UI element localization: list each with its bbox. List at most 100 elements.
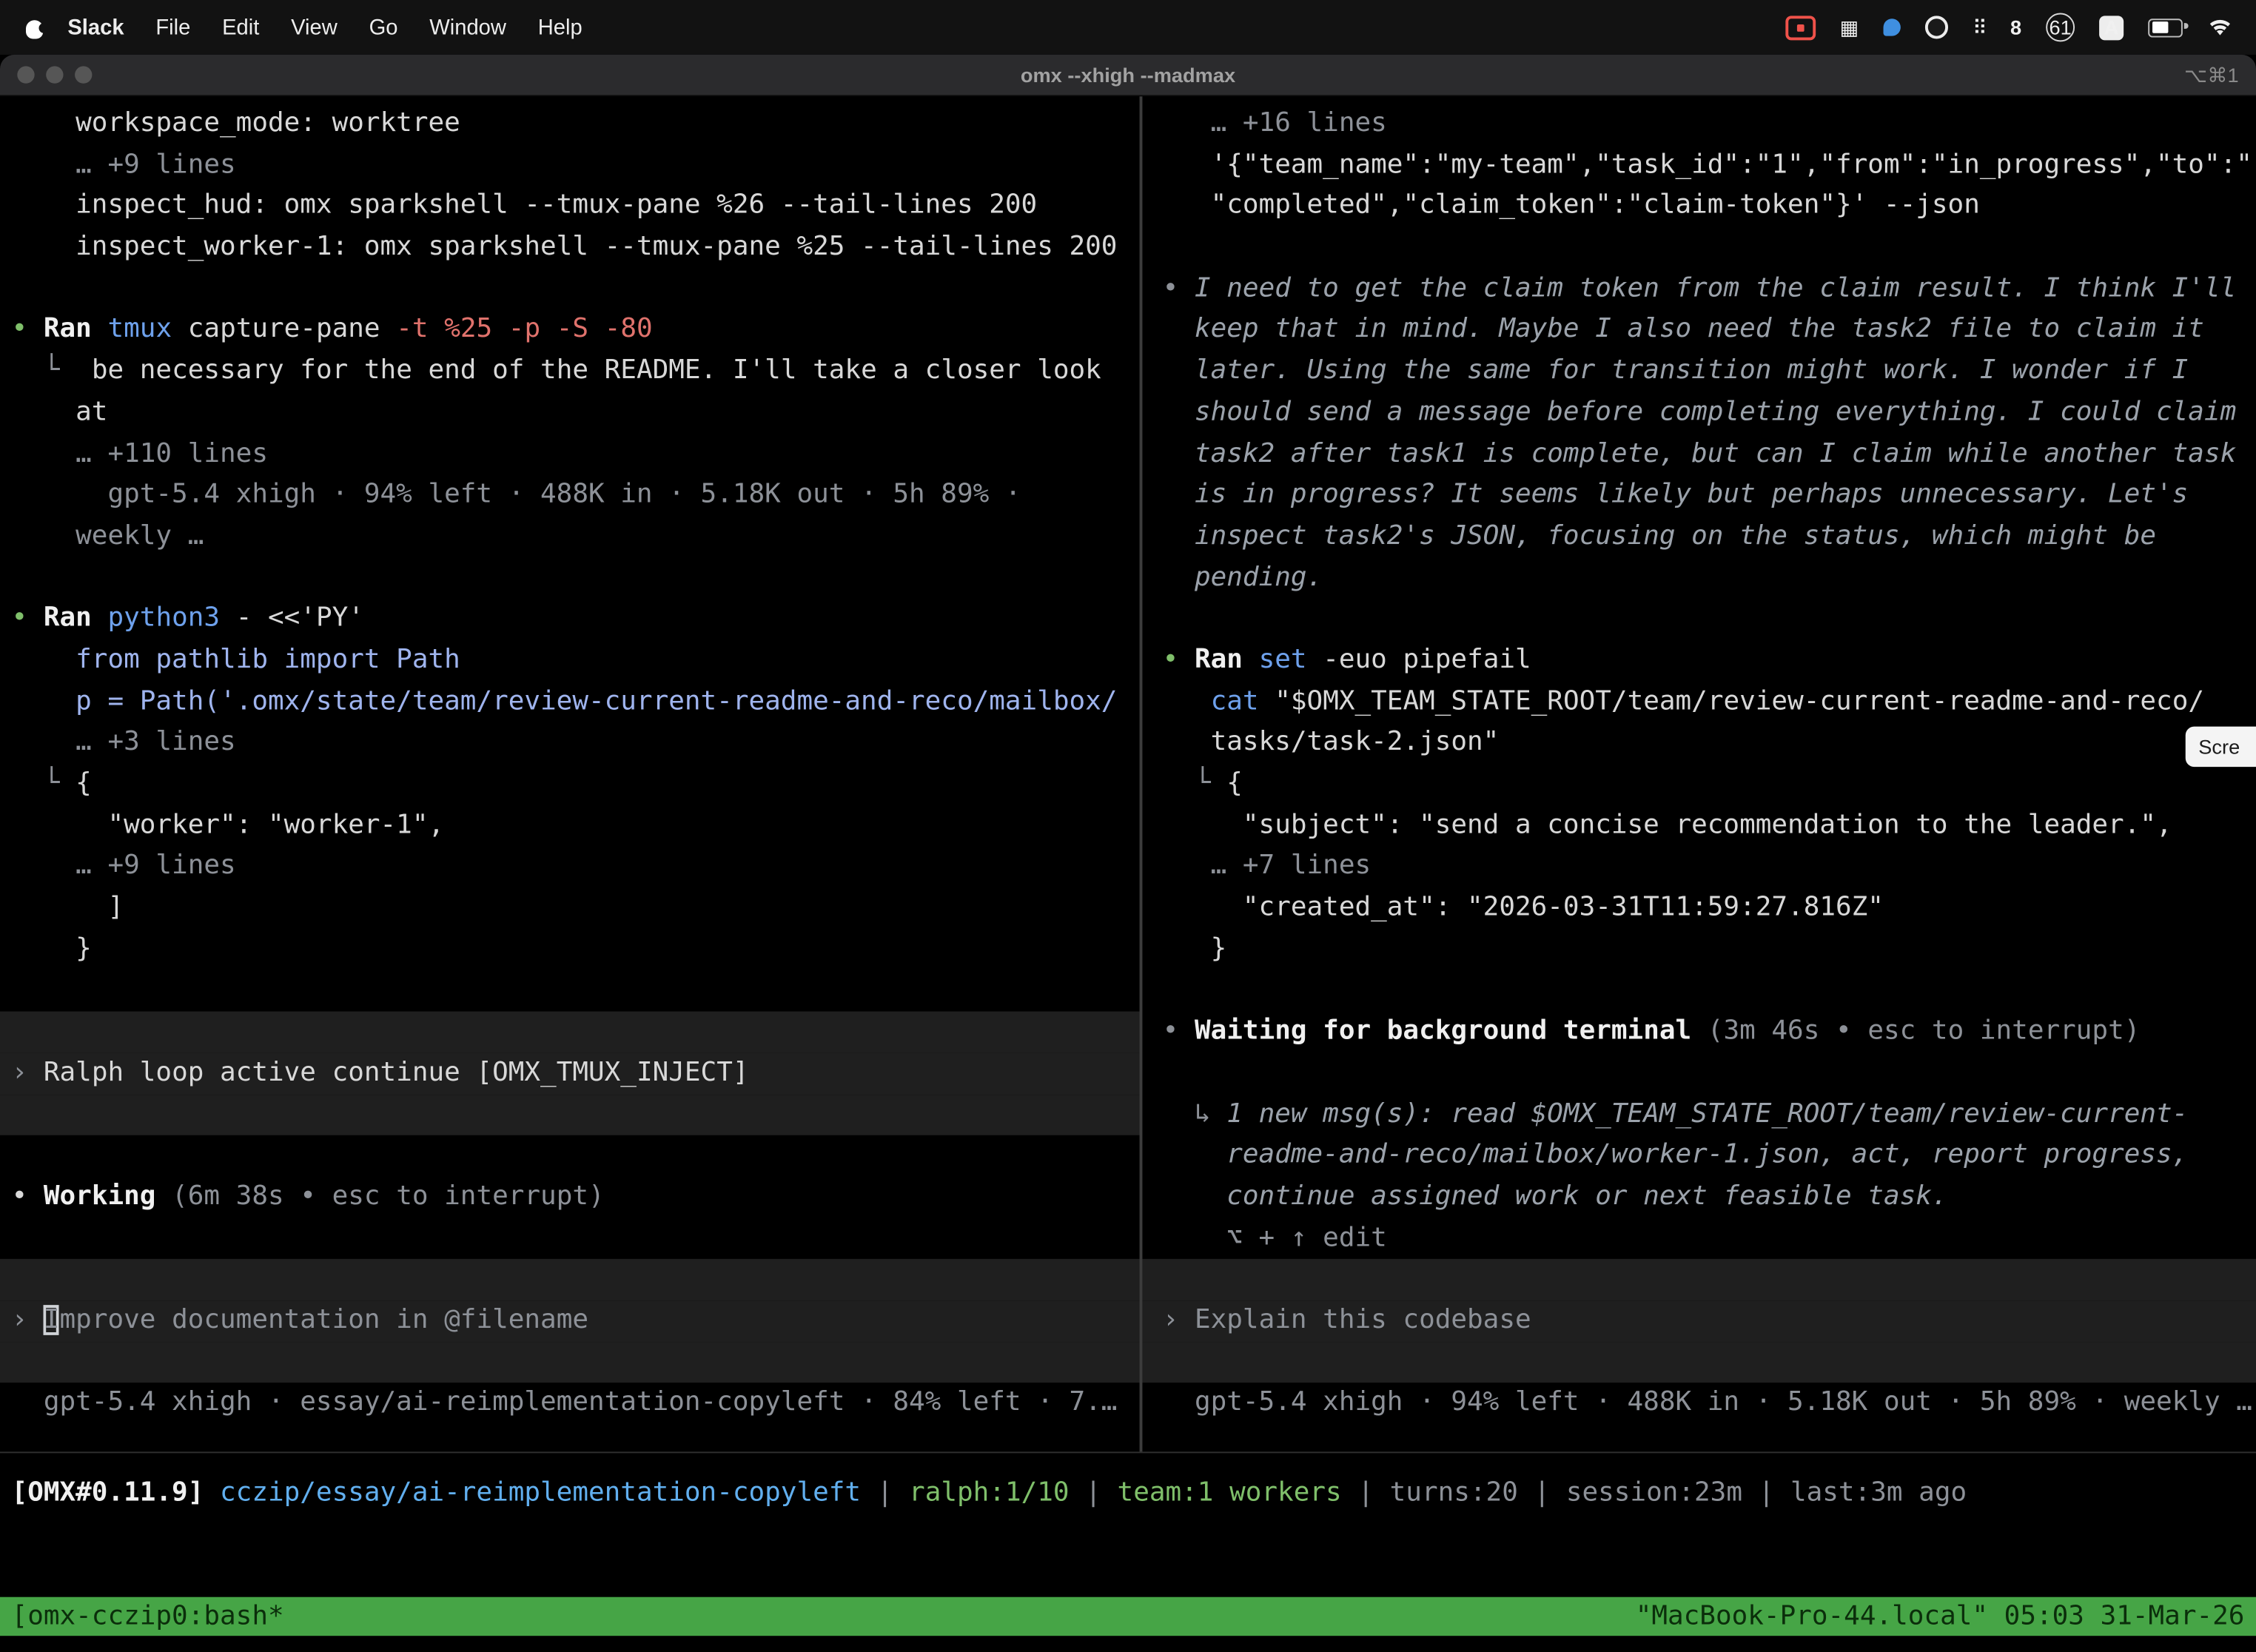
terminal-line: • Ran set -euo pipefail: [1142, 640, 2256, 682]
grid-icon[interactable]: ▦: [1840, 15, 1859, 39]
menu-go[interactable]: Go: [353, 15, 414, 39]
drop-icon[interactable]: [1883, 19, 1900, 36]
apple-menu-icon[interactable]: [23, 14, 46, 40]
terminal-line: at: [0, 392, 1140, 434]
terminal-line: └ be necessary for the end of the README…: [0, 352, 1140, 393]
terminal-line[interactable]: [0, 1094, 1140, 1135]
omx-session-status: [OMX#0.11.9] cczip/essay/ai-reimplementa…: [0, 1453, 2256, 1514]
terminal-line: … +9 lines: [0, 847, 1140, 888]
terminal-line: [0, 1135, 1140, 1177]
tmux-status-bar: [omx-cczip0:bash* "MacBook-Pro-44.local"…: [0, 1597, 2256, 1636]
screen-recording-indicator-icon[interactable]: [1785, 15, 1816, 39]
menu-edit[interactable]: Edit: [207, 15, 275, 39]
battery-percent-badge[interactable]: 61: [2046, 13, 2075, 41]
battery-icon[interactable]: [2148, 18, 2183, 36]
screen-overlay-tooltip: Scre: [2186, 727, 2256, 767]
terminal-line: [1142, 599, 2256, 640]
dots-grid-icon[interactable]: ⠿: [1973, 15, 1986, 39]
terminal-line: }: [1142, 929, 2256, 970]
terminal-line: tasks/task-2.json": [1142, 722, 2256, 764]
menu-bar-status-icons: ▦ ⠿ 8 61 A: [1785, 13, 2233, 41]
right-terminal-pane[interactable]: … +16 lines '{"team_name":"my-team","tas…: [1142, 96, 2256, 1451]
terminal-line[interactable]: › Ralph loop active continue [OMX_TMUX_I…: [0, 1053, 1140, 1095]
terminal-line: weekly …: [0, 517, 1140, 558]
tmux-host-and-clock: "MacBook-Pro-44.local" 05:03 31-Mar-26: [1636, 1597, 2245, 1636]
terminal-line: }: [0, 929, 1140, 970]
terminal-line: pending.: [1142, 557, 2256, 599]
terminal-line: … +3 lines: [0, 722, 1140, 764]
terminal-line: cat "$OMX_TEAM_STATE_ROOT/team/review-cu…: [1142, 682, 2256, 723]
terminal-line: inspect_worker-1: omx sparkshell --tmux-…: [0, 227, 1140, 269]
window-title: omx --xhigh --madmax: [1021, 64, 1235, 87]
terminal-line: from pathlib import Path: [0, 640, 1140, 682]
terminal-line: [1142, 970, 2256, 1012]
terminal-line: • Waiting for background terminal (3m 46…: [1142, 1012, 2256, 1053]
terminal-line: [0, 269, 1140, 310]
minimize-button[interactable]: [46, 66, 63, 83]
terminal-line: inspect_hud: omx sparkshell --tmux-pane …: [0, 186, 1140, 227]
terminal-line: └ {: [0, 764, 1140, 805]
terminal-line: p = Path('.omx/state/team/review-current…: [0, 682, 1140, 723]
terminal-line[interactable]: › Explain this codebase: [1142, 1300, 2256, 1342]
menu-app-name[interactable]: Slack: [52, 15, 140, 39]
tmux-session-name: [omx-cczip0:bash*: [12, 1597, 284, 1636]
macos-menu-bar: Slack File Edit View Go Window Help ▦ ⠿ …: [0, 0, 2256, 55]
terminal-line: "completed","claim_token":"claim-token"}…: [1142, 186, 2256, 227]
terminal-line: … +7 lines: [1142, 847, 2256, 888]
terminal-line: ]: [0, 887, 1140, 929]
terminal-line: "subject": "send a concise recommendatio…: [1142, 805, 2256, 847]
traffic-lights: [17, 66, 92, 83]
terminal-line: [1142, 227, 2256, 269]
screen: Slack File Edit View Go Window Help ▦ ⠿ …: [0, 0, 2256, 1652]
terminal-line[interactable]: [1142, 1342, 2256, 1383]
circle-icon[interactable]: [1925, 16, 1948, 38]
wifi-icon[interactable]: [2207, 17, 2233, 37]
terminal-line: … +16 lines: [1142, 104, 2256, 145]
terminal-line[interactable]: › Improve documentation in @filename: [0, 1300, 1140, 1342]
terminal-line[interactable]: [0, 1012, 1140, 1053]
window-shortcut-hint: ⌥⌘1: [2184, 63, 2239, 87]
terminal-line: task2 after task1 is complete, but can I…: [1142, 434, 2256, 475]
terminal-line: inspect task2's JSON, focusing on the st…: [1142, 517, 2256, 558]
text-tool-icon[interactable]: A: [2099, 15, 2124, 39]
terminal-line: … +9 lines: [0, 145, 1140, 187]
terminal-line: later. Using the same for transition mig…: [1142, 352, 2256, 393]
terminal-line: [1142, 1053, 2256, 1095]
terminal-line: [0, 970, 1140, 1012]
terminal-line: gpt-5.4 xhigh · essay/ai-reimplementatio…: [0, 1383, 1140, 1425]
terminal-line: continue assigned work or next feasible …: [1142, 1177, 2256, 1218]
menu-help[interactable]: Help: [522, 15, 598, 39]
menu-window[interactable]: Window: [414, 15, 522, 39]
terminal-line: workspace_mode: worktree: [0, 104, 1140, 145]
terminal-line: … +110 lines: [0, 434, 1140, 475]
terminal-line: └ {: [1142, 764, 2256, 805]
terminal-line: ↳ 1 new msg(s): read $OMX_TEAM_STATE_ROO…: [1142, 1094, 2256, 1135]
terminal-line: • Ran python3 - <<'PY': [0, 599, 1140, 640]
terminal-line[interactable]: [0, 1342, 1140, 1383]
menu-file[interactable]: File: [140, 15, 207, 39]
terminal-line: • Working (6m 38s • esc to interrupt): [0, 1177, 1140, 1218]
terminal-line[interactable]: [0, 1259, 1140, 1300]
terminal-line: "created_at": "2026-03-31T11:59:27.816Z": [1142, 887, 2256, 929]
terminal-line: gpt-5.4 xhigh · 94% left · 488K in · 5.1…: [0, 475, 1140, 517]
terminal-line: keep that in mind. Maybe I also need the…: [1142, 310, 2256, 352]
terminal-line: "worker": "worker-1",: [0, 805, 1140, 847]
terminal-line: ⌥ + ↑ edit: [1142, 1218, 2256, 1260]
terminal-line: is in progress? It seems likely but perh…: [1142, 475, 2256, 517]
terminal-line: readme-and-reco/mailbox/worker-1.json, a…: [1142, 1135, 2256, 1177]
terminal-line[interactable]: [1142, 1259, 2256, 1300]
close-button[interactable]: [17, 66, 34, 83]
menu-view[interactable]: View: [275, 15, 353, 39]
input-source-icon[interactable]: 8: [2010, 16, 2021, 38]
terminal-line: [0, 1218, 1140, 1260]
terminal-line: • I need to get the claim token from the…: [1142, 269, 2256, 310]
terminal-line: [0, 557, 1140, 599]
tmux-panes: workspace_mode: worktree … +9 lines insp…: [0, 96, 2256, 1453]
window-title-bar: omx --xhigh --madmax ⌥⌘1: [0, 55, 2256, 96]
zoom-button[interactable]: [75, 66, 92, 83]
left-terminal-pane[interactable]: workspace_mode: worktree … +9 lines insp…: [0, 96, 1142, 1451]
terminal-line: should send a message before completing …: [1142, 392, 2256, 434]
terminal-line: '{"team_name":"my-team","task_id":"1","f…: [1142, 145, 2256, 187]
terminal-line: • Ran tmux capture-pane -t %25 -p -S -80: [0, 310, 1140, 352]
terminal-line: gpt-5.4 xhigh · 94% left · 488K in · 5.1…: [1142, 1383, 2256, 1425]
